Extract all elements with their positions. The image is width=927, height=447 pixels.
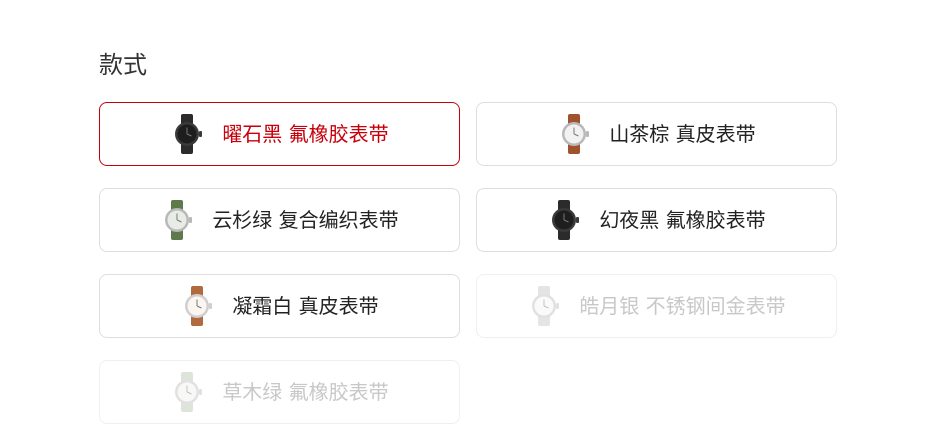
style-option-label: 幻夜黑 氟橡胶表带: [599, 208, 766, 232]
silver-steel-watch-icon: [532, 286, 560, 326]
style-option-moon-silver-steel[interactable]: 皓月银 不锈钢间金表带: [476, 274, 837, 338]
style-option-label: 曜石黑 氟橡胶表带: [222, 122, 389, 146]
style-option-label: 皓月银 不锈钢间金表带: [579, 294, 786, 318]
style-option-obsidian-black-rubber[interactable]: 曜石黑 氟橡胶表带: [99, 102, 460, 166]
black-rubber-watch-icon: [552, 200, 580, 240]
style-option-label: 云杉绿 复合编织表带: [212, 208, 399, 232]
style-option-phantom-black-rubber[interactable]: 幻夜黑 氟橡胶表带: [476, 188, 837, 252]
style-option-label: 凝霜白 真皮表带: [232, 294, 379, 318]
style-option-grass-green-rubber[interactable]: 草木绿 氟橡胶表带: [99, 360, 460, 424]
black-rubber-watch-icon: [175, 114, 203, 154]
style-option-frost-white-leather[interactable]: 凝霜白 真皮表带: [99, 274, 460, 338]
style-option-label: 山茶棕 真皮表带: [609, 122, 756, 146]
white-leather-watch-icon: [185, 286, 213, 326]
sage-rubber-watch-icon: [175, 372, 203, 412]
section-title-style: 款式: [99, 51, 147, 79]
green-woven-watch-icon: [165, 200, 193, 240]
brown-leather-watch-icon: [562, 114, 590, 154]
style-options-grid: 曜石黑 氟橡胶表带 山茶棕 真皮表带 云杉绿 复合编织表带 幻夜黑 氟橡胶表带 …: [99, 102, 837, 424]
style-option-spruce-green-woven[interactable]: 云杉绿 复合编织表带: [99, 188, 460, 252]
style-option-label: 草木绿 氟橡胶表带: [222, 380, 389, 404]
style-option-camellia-brown-leather[interactable]: 山茶棕 真皮表带: [476, 102, 837, 166]
